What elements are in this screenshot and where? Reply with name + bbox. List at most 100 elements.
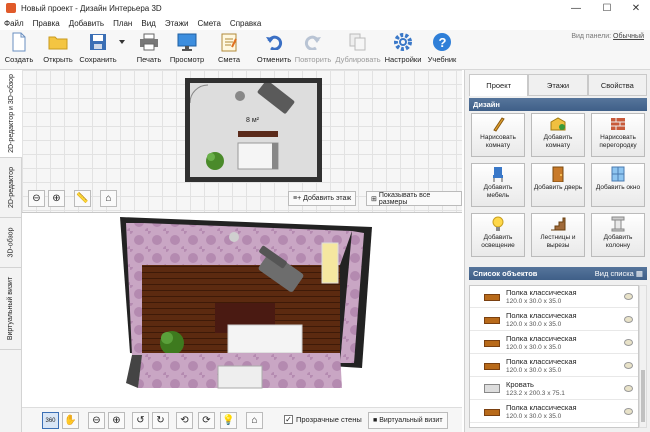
objects-scrollbar[interactable] <box>639 285 647 428</box>
ruler-icon: 📏 <box>76 193 89 204</box>
menu-add[interactable]: Добавить <box>69 19 104 28</box>
draw-room-button[interactable]: Нарисовать комнату <box>471 113 525 157</box>
add-column-button[interactable]: Добавить колонну <box>591 213 645 257</box>
rotate-left-button[interactable]: ↺ <box>132 412 149 429</box>
lighting-button[interactable]: 💡 <box>220 412 237 429</box>
hand-icon: ✋ <box>64 415 77 426</box>
vertical-tabs: 2D-редактор и 3D-обзор 2D-редактор 3D-об… <box>0 70 22 432</box>
tilt-up-icon: ⟲ <box>180 415 189 426</box>
estimate-button[interactable]: Смета <box>216 32 242 68</box>
add-room-button[interactable]: Добавить комнату <box>531 113 585 157</box>
objects-list[interactable]: Полка классическая 120.0 x 30.0 x 35.0 По… <box>469 285 639 428</box>
settings-button[interactable]: Настройки <box>385 32 421 68</box>
close-button[interactable]: ✕ <box>621 0 650 16</box>
menu-file[interactable]: Файл <box>4 19 24 28</box>
list-item[interactable]: Полка классическая 120.0 x 30.0 x 35.0 <box>470 286 638 308</box>
visibility-eye-icon[interactable] <box>624 339 633 346</box>
print-button[interactable]: Печать <box>134 32 164 68</box>
tutorial-button[interactable]: ? Учебник <box>428 32 456 68</box>
visibility-eye-icon[interactable] <box>624 316 633 323</box>
redo-button[interactable]: Повторить <box>294 32 332 68</box>
add-furniture-button[interactable]: Добавить мебель <box>471 163 525 207</box>
tilt-down-button[interactable]: ⟳ <box>198 412 215 429</box>
visibility-eye-icon[interactable] <box>624 293 633 300</box>
shelf-icon <box>484 363 500 370</box>
rotate-360-icon: 360 <box>45 417 56 424</box>
window-icon <box>609 166 627 182</box>
tab-3d-view[interactable]: 3D-обзор <box>0 218 22 268</box>
list-item[interactable]: Полка классическая 120.0 x 30.0 x 35.0 <box>470 401 638 423</box>
rotate-right-button[interactable]: ↻ <box>152 412 169 429</box>
room-plan[interactable]: 8 м² <box>185 78 322 182</box>
rotate-left-icon: ↺ <box>136 415 145 426</box>
panel-view-selector[interactable]: Вид панели: Обычный <box>571 33 644 40</box>
add-floor-button[interactable]: ≡+ Добавить этаж <box>288 191 357 206</box>
plan-2d-editor[interactable]: 8 м² ⊖ ⊕ 📏 ⌂ ≡+ Добавить этаж ⊞ Показыва… <box>22 70 462 213</box>
pan-button[interactable]: ✋ <box>62 412 79 429</box>
bed-icon <box>484 384 500 393</box>
folder-icon <box>48 32 68 52</box>
visibility-eye-icon[interactable] <box>624 362 633 369</box>
home-3d-button[interactable]: ⌂ <box>246 412 263 429</box>
menu-view[interactable]: Вид <box>141 19 155 28</box>
menu-edit[interactable]: Правка <box>33 19 60 28</box>
list-item[interactable]: Полка классическая 120.0 x 30.0 x 35.0 <box>470 332 638 354</box>
undo-icon <box>264 32 284 52</box>
visibility-eye-icon[interactable] <box>624 385 633 392</box>
rotate-right-icon: ↻ <box>156 415 165 426</box>
menu-estimate[interactable]: Смета <box>197 19 220 28</box>
window-title: Новый проект - Дизайн Интерьера 3D <box>21 3 162 13</box>
tab-properties[interactable]: Свойства <box>587 74 647 96</box>
add-door-button[interactable]: Добавить дверь <box>531 163 585 207</box>
view-3d[interactable] <box>22 213 462 432</box>
zoom-in-3d-button[interactable]: ⊕ <box>108 412 125 429</box>
minimize-button[interactable]: — <box>561 0 591 16</box>
zoom-in-button[interactable]: ⊕ <box>48 190 65 207</box>
tab-floors[interactable]: Этажи <box>528 74 588 96</box>
list-item[interactable]: Кровать 123.2 x 200.3 x 75.1 <box>470 378 638 400</box>
menu-help[interactable]: Справка <box>230 19 261 28</box>
list-item[interactable]: Полка классическая 120.0 x 30.0 x 35.0 <box>470 309 638 331</box>
gear-icon <box>393 32 413 52</box>
show-all-sizes-button[interactable]: ⊞ Показывать все размеры <box>366 191 462 206</box>
list-item[interactable]: Полка классическая 120.0 x 30.0 x 35.0 <box>470 355 638 377</box>
app-icon <box>6 3 16 13</box>
virtual-visit-button[interactable]: ■ Виртуальный визит <box>368 412 448 429</box>
ruler-button[interactable]: 📏 <box>74 190 91 207</box>
create-button[interactable]: Создать <box>4 32 34 68</box>
rotate-360-button[interactable]: 360 <box>42 412 59 429</box>
open-button[interactable]: Открыть <box>42 32 74 68</box>
transparent-walls-checkbox[interactable]: ✓ <box>284 415 293 424</box>
menu-plan[interactable]: План <box>113 19 132 28</box>
save-button[interactable]: Сохранить <box>78 32 118 68</box>
shelf-icon <box>484 409 500 416</box>
printer-icon <box>139 32 159 52</box>
maximize-button[interactable]: ☐ <box>592 0 622 16</box>
tilt-up-button[interactable]: ⟲ <box>176 412 193 429</box>
home-button[interactable]: ⌂ <box>100 190 117 207</box>
add-window-button[interactable]: Добавить окно <box>591 163 645 207</box>
dimensions-icon: ⊞ <box>371 195 379 203</box>
tab-project[interactable]: Проект <box>469 74 529 96</box>
view-list-toggle[interactable]: Вид списка ▦ <box>595 269 643 278</box>
tab-virtual-visit[interactable]: Виртуальный визит <box>0 268 22 350</box>
duplicate-button[interactable]: Дублировать <box>335 32 381 68</box>
menu-floors[interactable]: Этажи <box>165 19 189 28</box>
draw-partition-button[interactable]: Нарисовать перегородку <box>591 113 645 157</box>
save-dropdown-button[interactable] <box>118 32 126 68</box>
floppy-icon <box>88 32 108 52</box>
stairs-and-cutouts-button[interactable]: Лестницы и вырезы <box>531 213 585 257</box>
zoom-out-button[interactable]: ⊖ <box>28 190 45 207</box>
preview-button[interactable]: Просмотр <box>170 32 204 68</box>
zoom-out-3d-button[interactable]: ⊖ <box>88 412 105 429</box>
room-3d-render[interactable] <box>22 213 462 432</box>
undo-button[interactable]: Отменить <box>256 32 292 68</box>
transparent-walls-toggle[interactable]: ✓ Прозрачные стены <box>284 415 362 424</box>
add-lighting-button[interactable]: Добавить освещение <box>471 213 525 257</box>
room-area-label: 8 м² <box>246 117 259 124</box>
tab-2d-and-3d[interactable]: 2D-редактор и 3D-обзор <box>0 70 22 158</box>
visibility-eye-icon[interactable] <box>624 408 633 415</box>
scrollbar-thumb[interactable] <box>641 370 645 422</box>
stairs-icon <box>549 216 567 232</box>
tab-2d-editor[interactable]: 2D-редактор <box>0 158 22 218</box>
